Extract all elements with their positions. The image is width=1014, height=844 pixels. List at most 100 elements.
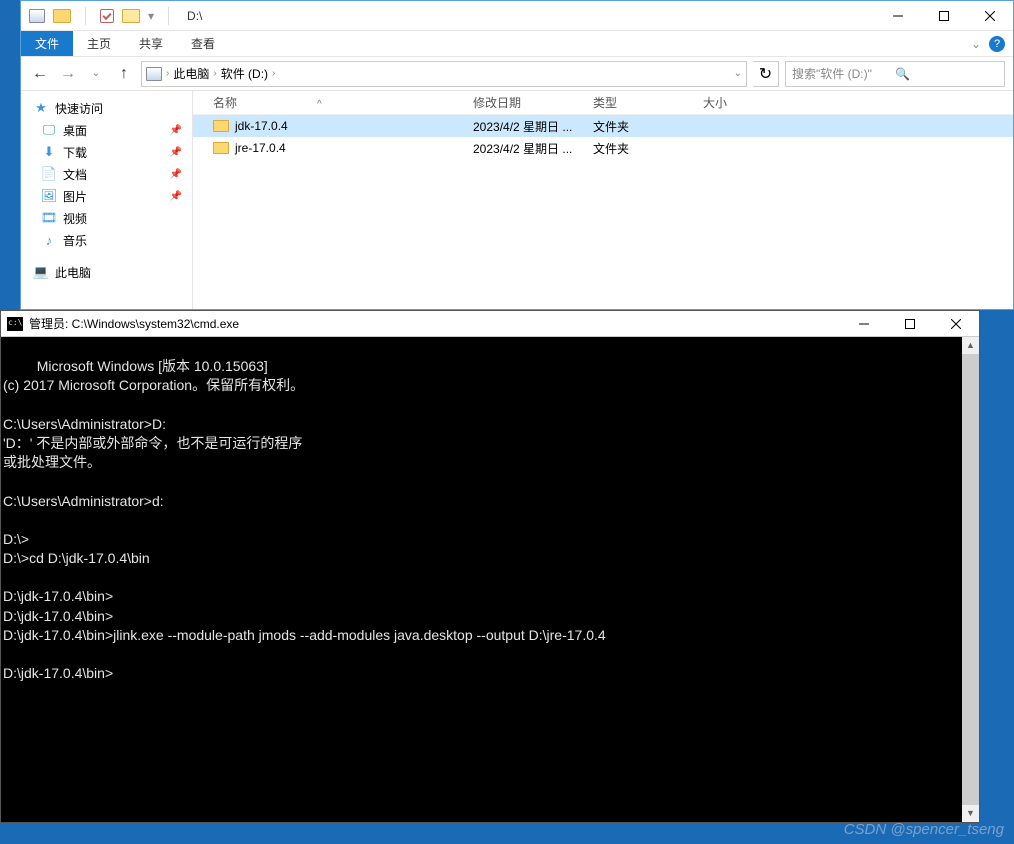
- folder-icon: [53, 9, 71, 23]
- sidebar-label: 快速访问: [55, 100, 103, 117]
- explorer-titlebar[interactable]: ▾ D:\: [21, 1, 1013, 31]
- forward-button[interactable]: →: [57, 63, 79, 85]
- folder-icon: [213, 120, 229, 132]
- drive-icon: [29, 9, 45, 23]
- back-button[interactable]: ←: [29, 63, 51, 85]
- sidebar[interactable]: ★ 快速访问 🖵 桌面 📌 ⬇ 下载 📌 📄 文档 📌 🖼 图片 �: [21, 91, 193, 309]
- sidebar-documents[interactable]: 📄 文档 📌: [21, 163, 192, 185]
- cmd-output[interactable]: Microsoft Windows [版本 10.0.15063] (c) 20…: [1, 337, 979, 822]
- desktop-icon: 🖵: [41, 122, 57, 138]
- download-icon: ⬇: [41, 144, 57, 160]
- explorer-window: ▾ D:\ 文件 主页 共享 查看 ⌄ ? ← → ⌄ ↑ › 此电脑 › 软件…: [20, 0, 1014, 310]
- sidebar-music[interactable]: ♪ 音乐: [21, 229, 192, 251]
- file-date: 2023/4/2 星期日 ...: [473, 118, 593, 135]
- scrollbar[interactable]: ▲ ▼: [962, 337, 979, 822]
- document-icon: 📄: [41, 166, 57, 182]
- explorer-body: ★ 快速访问 🖵 桌面 📌 ⬇ 下载 📌 📄 文档 📌 🖼 图片 �: [21, 91, 1013, 309]
- file-name: jre-17.0.4: [235, 141, 286, 155]
- maximize-button[interactable]: [921, 1, 967, 31]
- tab-home[interactable]: 主页: [73, 31, 125, 56]
- col-type-header[interactable]: 类型: [593, 94, 703, 111]
- music-icon: ♪: [41, 232, 57, 248]
- sidebar-videos[interactable]: 🎞 视频: [21, 207, 192, 229]
- ribbon-tabs: 文件 主页 共享 查看 ⌄ ?: [21, 31, 1013, 57]
- chevron-right-icon[interactable]: ›: [166, 68, 169, 79]
- file-row[interactable]: jre-17.0.4 2023/4/2 星期日 ... 文件夹: [193, 137, 1013, 159]
- search-icon[interactable]: 🔍: [895, 67, 998, 81]
- scroll-down-icon[interactable]: ▼: [962, 805, 979, 822]
- file-date: 2023/4/2 星期日 ...: [473, 140, 593, 157]
- folder-icon: [213, 142, 229, 154]
- file-list-area: 名称 ^ 修改日期 类型 大小 jdk-17.0.4 2023/4/2 星期日 .…: [193, 91, 1013, 309]
- scroll-thumb[interactable]: [962, 354, 979, 805]
- file-type: 文件夹: [593, 118, 703, 135]
- star-icon: ★: [33, 100, 49, 116]
- sidebar-label: 视频: [63, 210, 87, 227]
- sidebar-downloads[interactable]: ⬇ 下载 📌: [21, 141, 192, 163]
- up-button[interactable]: ↑: [113, 63, 135, 85]
- ribbon-expand-icon[interactable]: ⌄: [971, 37, 981, 51]
- minimize-button[interactable]: [875, 1, 921, 31]
- cmd-titlebar[interactable]: 管理员: C:\Windows\system32\cmd.exe: [1, 311, 979, 337]
- chevron-right-icon[interactable]: ›: [213, 68, 216, 79]
- scroll-up-icon[interactable]: ▲: [962, 337, 979, 354]
- file-type: 文件夹: [593, 140, 703, 157]
- separator: [168, 7, 169, 25]
- sidebar-label: 图片: [63, 188, 87, 205]
- file-name: jdk-17.0.4: [235, 119, 288, 133]
- sidebar-label: 此电脑: [55, 264, 91, 281]
- search-input[interactable]: 搜索"软件 (D:)" 🔍: [785, 61, 1005, 87]
- sidebar-this-pc[interactable]: 💻 此电脑: [21, 261, 192, 283]
- video-icon: 🎞: [41, 210, 57, 226]
- column-headers[interactable]: 名称 ^ 修改日期 类型 大小: [193, 91, 1013, 115]
- sidebar-label: 文档: [63, 166, 87, 183]
- open-folder-icon[interactable]: [122, 9, 140, 23]
- col-size-header[interactable]: 大小: [703, 94, 783, 111]
- tab-file[interactable]: 文件: [21, 31, 73, 56]
- overflow-icon[interactable]: ▾: [148, 9, 154, 23]
- sidebar-label: 下载: [63, 144, 87, 161]
- pin-icon: 📌: [170, 169, 182, 180]
- maximize-button[interactable]: [887, 311, 933, 337]
- cmd-text: Microsoft Windows [版本 10.0.15063] (c) 20…: [3, 358, 606, 681]
- pin-icon: 📌: [170, 147, 182, 158]
- close-button[interactable]: [933, 311, 979, 337]
- col-date-header[interactable]: 修改日期: [473, 94, 593, 111]
- sidebar-quick-access[interactable]: ★ 快速访问: [21, 97, 192, 119]
- sort-asc-icon: ^: [317, 99, 322, 110]
- file-row[interactable]: jdk-17.0.4 2023/4/2 星期日 ... 文件夹: [193, 115, 1013, 137]
- breadcrumb-pc[interactable]: 此电脑: [173, 65, 209, 82]
- quick-access-toolbar: ▾ D:\: [21, 7, 210, 25]
- cmd-window: 管理员: C:\Windows\system32\cmd.exe Microso…: [0, 310, 980, 823]
- breadcrumb-drive[interactable]: 软件 (D:): [221, 65, 268, 82]
- file-list[interactable]: jdk-17.0.4 2023/4/2 星期日 ... 文件夹 jre-17.0…: [193, 115, 1013, 309]
- chevron-right-icon[interactable]: ›: [272, 68, 275, 79]
- tab-share[interactable]: 共享: [125, 31, 177, 56]
- sidebar-label: 音乐: [63, 232, 87, 249]
- cmd-icon: [7, 317, 23, 331]
- window-title: D:\: [187, 9, 202, 23]
- properties-icon[interactable]: [100, 9, 114, 23]
- address-dropdown-icon[interactable]: ⌄: [734, 68, 742, 79]
- pc-icon: 💻: [33, 264, 49, 280]
- refresh-button[interactable]: ↻: [753, 61, 779, 87]
- pin-icon: 📌: [170, 191, 182, 202]
- tab-view[interactable]: 查看: [177, 31, 229, 56]
- close-button[interactable]: [967, 1, 1013, 31]
- help-icon[interactable]: ?: [989, 36, 1005, 52]
- drive-icon: [146, 67, 162, 81]
- separator: [85, 7, 86, 25]
- sidebar-pictures[interactable]: 🖼 图片 📌: [21, 185, 192, 207]
- watermark: CSDN @spencer_tseng: [844, 821, 1004, 838]
- window-controls: [875, 1, 1013, 31]
- picture-icon: 🖼: [41, 188, 57, 204]
- address-bar-row: ← → ⌄ ↑ › 此电脑 › 软件 (D:) › ⌄ ↻ 搜索"软件 (D:)…: [21, 57, 1013, 91]
- recent-button[interactable]: ⌄: [85, 63, 107, 85]
- breadcrumb[interactable]: › 此电脑 › 软件 (D:) › ⌄: [141, 61, 747, 87]
- sidebar-label: 桌面: [63, 122, 87, 139]
- sidebar-desktop[interactable]: 🖵 桌面 📌: [21, 119, 192, 141]
- cmd-title: 管理员: C:\Windows\system32\cmd.exe: [29, 315, 239, 332]
- pin-icon: 📌: [170, 125, 182, 136]
- minimize-button[interactable]: [841, 311, 887, 337]
- col-name-header[interactable]: 名称: [213, 96, 237, 110]
